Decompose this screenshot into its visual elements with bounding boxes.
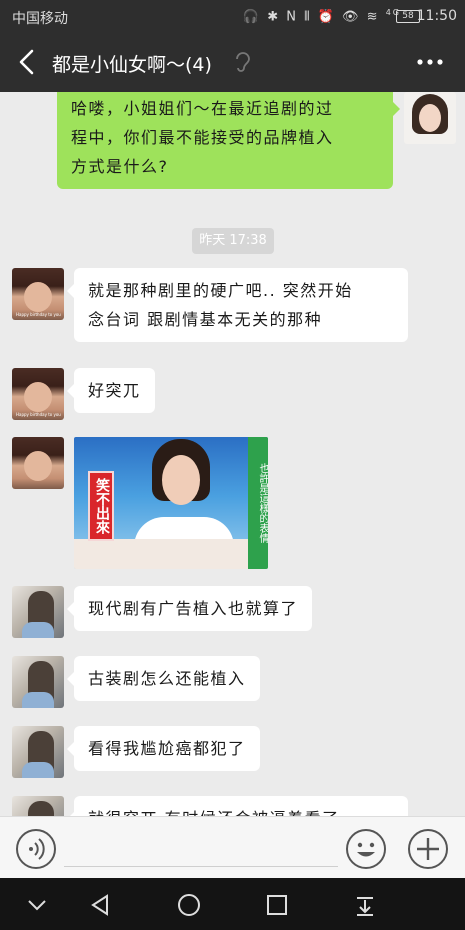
more-functions-button[interactable]	[408, 829, 448, 869]
sent-message[interactable]: 哈喽，小姐姐们～在最近追剧的过 程中，你们最不能接受的品牌植入 方式是什么?	[57, 92, 400, 189]
message-line: 就是那种剧里的硬广吧.. 突然开始	[88, 281, 353, 300]
sticker-sign-text: 笑不出來	[88, 471, 114, 541]
message-line: 好突兀	[88, 381, 141, 400]
smiley-icon	[357, 842, 375, 857]
message-line: 现代剧有广告植入也就算了	[88, 599, 299, 618]
carrier-label: 中国移动	[12, 11, 68, 27]
message-line: 古装剧怎么还能植入	[88, 669, 246, 688]
sent-line: 哈喽，小姐姐们～在最近追剧的过	[71, 99, 334, 118]
avatar[interactable]	[12, 726, 64, 778]
clock: 11:50	[416, 8, 457, 24]
my-avatar[interactable]	[404, 92, 456, 144]
plus-icon	[417, 838, 439, 860]
message-bubble[interactable]: 就很突兀 有时候还会被逼着看了	[67, 796, 408, 816]
emoji-button[interactable]	[346, 829, 386, 869]
avatar[interactable]	[12, 796, 64, 816]
more-options-icon[interactable]	[415, 50, 445, 74]
group-title: 都是小仙女啊～(4)	[52, 54, 212, 76]
voice-icon	[29, 838, 45, 860]
earpiece-mode-icon	[236, 52, 250, 72]
input-bar	[0, 816, 465, 878]
status-bar: 中国移动 🎧 ✱ N ⫴ ⏰ 👁 ≋ 4G 58 11:50	[0, 0, 465, 32]
message-input[interactable]	[64, 831, 338, 867]
sent-line: 方式是什么?	[71, 157, 169, 176]
voice-input-button[interactable]	[16, 829, 56, 869]
sent-line: 程中，你们最不能接受的品牌植入	[71, 128, 334, 147]
nav-notification-pull-icon[interactable]	[352, 892, 378, 918]
avatar[interactable]	[12, 437, 64, 489]
status-icon-glyphs: 🎧 ✱ N ⫴ ⏰ 👁 ≋	[242, 9, 380, 25]
avatar[interactable]: Happy birthday to you	[12, 268, 64, 320]
chat-list[interactable]: 哈喽，小姐姐们～在最近追剧的过 程中，你们最不能接受的品牌植入 方式是什么? 昨…	[0, 92, 465, 816]
chat-header: 都是小仙女啊～(4)	[0, 32, 465, 92]
message-line: 就很突兀 有时候还会被逼着看了	[88, 804, 394, 816]
nav-home-icon[interactable]	[176, 892, 202, 918]
system-nav-bar	[0, 878, 465, 930]
avatar[interactable]	[12, 656, 64, 708]
avatar[interactable]	[12, 586, 64, 638]
message-line: 念台词 跟剧情基本无关的那种	[88, 310, 323, 329]
message-bubble[interactable]: 古装剧怎么还能植入	[67, 656, 260, 701]
sticker-image[interactable]: 笑不出來 也許是這樣的表情	[74, 437, 268, 569]
sticker-banner-text: 也許是這樣的表情	[248, 437, 268, 569]
avatar[interactable]: Happy birthday to you	[12, 368, 64, 420]
message-line: 看得我尴尬癌都犯了	[88, 739, 246, 758]
timestamp: 昨天 17:38	[192, 228, 274, 254]
status-icons: 🎧 ✱ N ⫴ ⏰ 👁 ≋ 4G	[243, 8, 401, 24]
nav-back-icon[interactable]	[88, 892, 114, 918]
hide-nav-chevron-icon[interactable]	[24, 892, 50, 918]
message-bubble[interactable]: 看得我尴尬癌都犯了	[67, 726, 260, 771]
message-bubble[interactable]: 现代剧有广告植入也就算了	[66, 586, 313, 631]
nav-recents-icon[interactable]	[264, 892, 290, 918]
message-bubble[interactable]: 就是那种剧里的硬广吧.. 突然开始 念台词 跟剧情基本无关的那种	[67, 268, 408, 342]
back-arrow-icon[interactable]	[14, 47, 40, 77]
message-bubble[interactable]: 好突兀	[67, 368, 155, 413]
